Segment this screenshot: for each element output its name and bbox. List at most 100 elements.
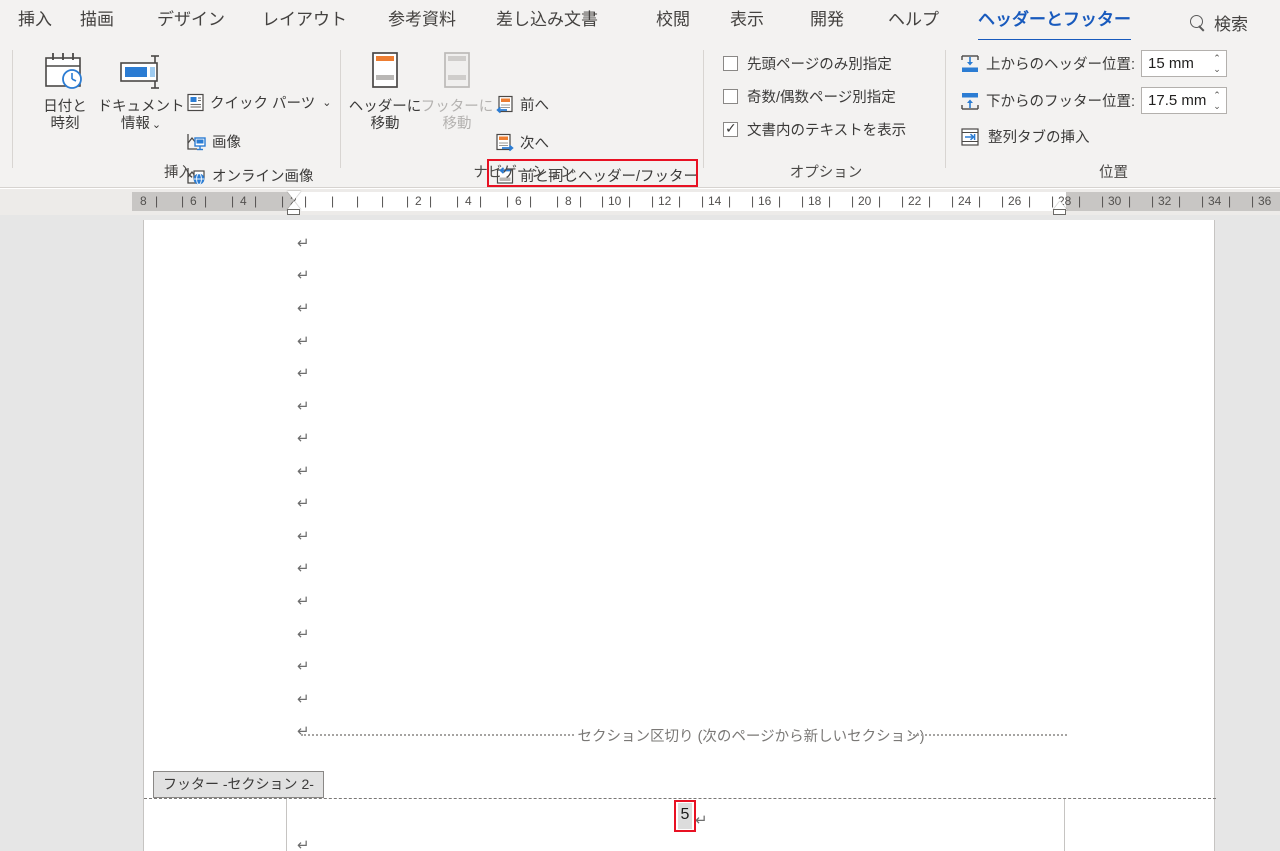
tab-review[interactable]: 校閲 <box>656 9 690 35</box>
checkbox-box <box>723 89 738 104</box>
different-odd-even-checkbox[interactable]: 奇数/偶数ページ別指定 <box>723 86 896 107</box>
ruler-tick: | <box>1228 194 1232 208</box>
ruler-tick: | <box>651 194 655 208</box>
ruler-tick: | <box>529 194 533 208</box>
show-document-text-checkbox[interactable]: 文書内のテキストを表示 <box>723 119 906 140</box>
ruler-tick: | <box>728 194 732 208</box>
previous-button[interactable]: 前へ <box>495 94 549 115</box>
ruler-tick: | <box>851 194 855 208</box>
tab-help[interactable]: ヘルプ <box>888 9 939 35</box>
group-separator <box>12 50 13 168</box>
spinner-arrows[interactable]: ⌃ ⌄ <box>1210 51 1224 76</box>
previous-icon <box>496 95 513 113</box>
paragraph-mark: ↵ <box>297 397 310 415</box>
spinner-down-icon[interactable]: ⌄ <box>1210 64 1224 75</box>
ribbon-group-position: 上からのヘッダー位置: 15 mm ⌃ ⌄ 下からのフッター位置: 17.5 m… <box>947 40 1280 188</box>
spinner-down-icon[interactable]: ⌄ <box>1210 101 1224 112</box>
ribbon-group-position-label: 位置 <box>1099 165 1128 181</box>
document-info-label-line1: ドキュメント <box>97 99 185 115</box>
goto-footer-icon <box>444 52 470 88</box>
ruler-tick: 10 <box>608 194 622 208</box>
first-line-indent-marker[interactable] <box>287 191 301 200</box>
tab-header-and-footer[interactable]: ヘッダーとフッター <box>978 9 1131 42</box>
quick-parts-button[interactable]: クイック パーツ ⌄ <box>186 92 331 113</box>
paragraph-mark: ↵ <box>297 559 310 577</box>
header-from-top-spinner[interactable]: 15 mm ⌃ ⌄ <box>1141 50 1228 77</box>
spinner-up-icon[interactable]: ⌃ <box>1210 90 1224 101</box>
goto-footer-label-line2: 移動 <box>442 116 472 132</box>
show-document-text-label: 文書内のテキストを表示 <box>747 123 907 139</box>
goto-header-label-line2: 移動 <box>370 116 400 132</box>
footer-from-bottom-row: 下からのフッター位置: 17.5 mm ⌃ ⌄ <box>960 87 1228 114</box>
next-label: 次へ <box>520 136 549 152</box>
document-canvas[interactable]: ↵ ↵ ↵ ↵ ↵ ↵ ↵ ↵ ↵ ↵ ↵ ↵ ↵ ↵ ↵ ↵ ↵ セクション区切り (次のページから新しいセク… <box>0 215 1280 851</box>
paragraph-mark: ↵ <box>297 429 310 447</box>
ruler-tick: 6 <box>515 194 522 208</box>
search-icon <box>1190 14 1206 31</box>
tab-design[interactable]: デザイン <box>157 9 225 35</box>
tab-draw[interactable]: 描画 <box>80 9 114 35</box>
ruler-tick: | <box>928 194 932 208</box>
ruler-tick: | <box>254 194 258 208</box>
different-first-page-checkbox[interactable]: 先頭ページのみ別指定 <box>723 53 892 74</box>
ruler-tick: | <box>556 194 560 208</box>
paragraph-mark: ↵ <box>297 332 310 350</box>
calendar-clock-icon <box>45 53 82 89</box>
page-number-field[interactable]: 5 <box>678 803 692 829</box>
ruler-tick: 24 <box>958 194 972 208</box>
header-position-icon <box>961 54 979 72</box>
next-button[interactable]: 次へ <box>495 132 549 153</box>
ruler-right-margin <box>1066 192 1280 211</box>
tab-mailings[interactable]: 差し込み文書 <box>496 9 598 35</box>
goto-header-button[interactable]: ヘッダーに 移動 <box>347 50 423 133</box>
paragraph-mark: ↵ <box>297 462 310 480</box>
tab-view[interactable]: 表示 <box>730 9 764 35</box>
ribbon-tab-bar: 挿入 描画 デザイン レイアウト 参考資料 差し込み文書 校閲 表示 開発 ヘル… <box>0 0 1280 42</box>
ruler-tick: 4 <box>240 194 247 208</box>
picture-icon <box>187 133 206 150</box>
ruler-tick: | <box>331 194 335 208</box>
tab-insert[interactable]: 挿入 <box>18 9 52 35</box>
search-box[interactable]: 検索 <box>1190 10 1248 35</box>
tab-references[interactable]: 参考資料 <box>388 9 456 35</box>
spinner-arrows[interactable]: ⌃ ⌄ <box>1210 88 1224 113</box>
insert-alignment-tab-button[interactable]: 整列タブの挿入 <box>960 126 1090 147</box>
paragraph-mark: ↵ <box>297 625 310 643</box>
ruler-tick: | <box>1251 194 1255 208</box>
quick-parts-icon <box>187 93 204 112</box>
document-page[interactable]: ↵ ↵ ↵ ↵ ↵ ↵ ↵ ↵ ↵ ↵ ↵ ↵ ↵ ↵ ↵ ↵ ↵ セクション区切り (次のページから新しいセク… <box>143 220 1216 851</box>
header-from-top-value[interactable]: 15 mm <box>1148 55 1210 72</box>
tab-guide-right <box>1064 799 1065 851</box>
ribbon-group-insert-label: 挿入 <box>164 165 193 181</box>
ruler-tick: | <box>828 194 832 208</box>
header-from-top-row: 上からのヘッダー位置: 15 mm ⌃ ⌄ <box>960 50 1228 77</box>
ribbon-group-navigation: ヘッダーに 移動 フッターに 移動 前へ 次へ 前と同じヘッダー/フッター ナビ… <box>343 40 705 188</box>
ruler-tick: | <box>1151 194 1155 208</box>
horizontal-ruler[interactable]: 8 | | 6 | | 4 | | 2 | | | | | 2 | | 4 | | 6 | | 8 | | 10 | | 12 | | 14 | | 1… <box>0 189 1280 215</box>
ruler-tick: | <box>751 194 755 208</box>
document-info-button[interactable]: ドキュメント 情報 ⌄ <box>94 50 188 134</box>
ruler-tick: 34 <box>1208 194 1222 208</box>
pictures-label: 画像 <box>212 135 241 151</box>
date-time-button[interactable]: 日付と 時刻 <box>28 50 102 133</box>
footer-from-bottom-spinner[interactable]: 17.5 mm ⌃ ⌄ <box>1141 87 1228 114</box>
ruler-tick: | <box>701 194 705 208</box>
paragraph-mark: ↵ <box>297 836 310 851</box>
ruler-tick: 6 <box>190 194 197 208</box>
goto-footer-button: フッターに 移動 <box>419 50 495 133</box>
spinner-up-icon[interactable]: ⌃ <box>1210 53 1224 64</box>
ruler-tick: | <box>456 194 460 208</box>
ruler-tick: 22 <box>908 194 922 208</box>
footer-section-tag: フッター -セクション 2- <box>153 771 324 798</box>
ruler-tick: | <box>1128 194 1132 208</box>
tab-developer[interactable]: 開発 <box>810 9 844 35</box>
ruler-tick: 30 <box>1108 194 1122 208</box>
paragraph-mark: ↵ <box>297 364 310 382</box>
tab-layout[interactable]: レイアウト <box>262 9 347 35</box>
ruler-tick: | <box>155 194 159 208</box>
pictures-button[interactable]: 画像 <box>186 131 241 152</box>
ruler-tick: 12 <box>658 194 672 208</box>
footer-from-bottom-value[interactable]: 17.5 mm <box>1148 92 1210 109</box>
paragraph-mark: ↵ <box>297 266 310 284</box>
section-break-label: セクション区切り (次のページから新しいセクション) <box>577 728 925 745</box>
